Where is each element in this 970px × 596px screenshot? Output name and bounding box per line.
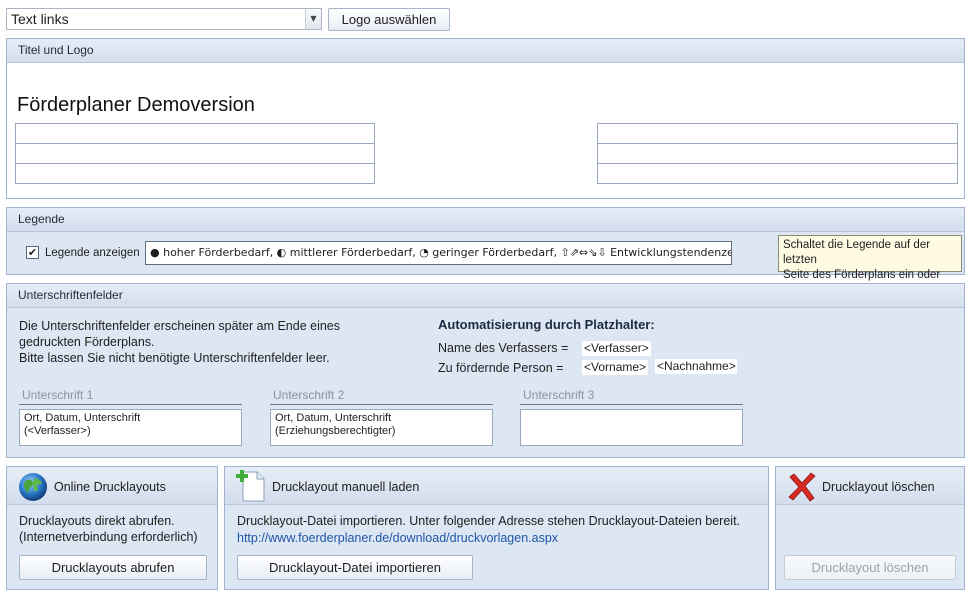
online-layouts-info-1: Drucklayouts direkt abrufen. — [19, 514, 175, 528]
delete-layout-panel: Drucklayout löschen Drucklayout löschen — [775, 466, 965, 590]
delete-layout-header: Drucklayout löschen — [822, 480, 935, 494]
legend-panel: Legende ✔ Legende anzeigen ● hoher Förde… — [6, 207, 965, 296]
chevron-down-icon[interactable]: ▼ — [305, 9, 321, 29]
legend-text-field[interactable]: ● hoher Förderbedarf, ◐ mittlerer Förder… — [145, 241, 732, 265]
import-layout-button[interactable]: Drucklayout-Datei importieren — [237, 555, 473, 580]
layout-select-value: Text links — [11, 11, 69, 27]
signature-2-field[interactable]: Ort, Datum, Unterschrift (Erziehungsbere… — [270, 409, 493, 446]
manual-load-panel: Drucklayout manuell laden Drucklayout-Da… — [224, 466, 769, 590]
delete-x-icon — [786, 471, 818, 503]
delete-layout-button[interactable]: Drucklayout löschen — [784, 555, 956, 580]
signature-1-line-1: Ort, Datum, Unterschrift — [24, 412, 141, 424]
automation-title: Automatisierung durch Platzhalter: — [438, 317, 655, 332]
title-right-field-2[interactable] — [597, 143, 958, 164]
signature-1-line-2: (<Verfasser>) — [24, 425, 91, 437]
vorname-placeholder: <Vorname> — [582, 360, 649, 375]
signature-info-line-3: Bitte lassen Sie nicht benötigte Untersc… — [19, 351, 330, 365]
title-left-field-2[interactable] — [15, 143, 375, 164]
signature-info-line-2: gedruckten Förderplans. — [19, 335, 155, 349]
signature-3-field[interactable] — [520, 409, 743, 446]
signature-2-label: Unterschrift 2 — [270, 388, 493, 405]
signature-panel: Unterschriftenfelder Die Unterschriftenf… — [6, 283, 965, 458]
title-logo-panel: Titel und Logo Förderplaner Demoversion — [6, 38, 965, 199]
title-left-field-1[interactable] — [15, 123, 375, 144]
tooltip-line-1: Schaltet die Legende auf der letzten — [783, 239, 931, 266]
signature-2-line-1: Ort, Datum, Unterschrift — [275, 412, 392, 424]
signature-info-line-1: Die Unterschriftenfelder erscheinen spät… — [19, 319, 341, 333]
nachname-placeholder: <Nachnahme> — [655, 359, 737, 374]
person-label: Zu fördernde Person = — [438, 361, 564, 375]
document-title: Förderplaner Demoversion — [17, 94, 255, 116]
signature-info: Die Unterschriftenfelder erscheinen spät… — [19, 318, 340, 366]
logo-select-button[interactable]: Logo auswählen — [328, 8, 450, 31]
manual-load-info: Drucklayout-Datei importieren. Unter fol… — [237, 514, 741, 528]
signature-header: Unterschriftenfelder — [7, 284, 964, 308]
signature-1-label: Unterschrift 1 — [19, 388, 242, 405]
legend-tooltip: Schaltet die Legende auf der letzten Sei… — [778, 235, 962, 296]
fetch-layouts-button[interactable]: Drucklayouts abrufen — [19, 555, 207, 580]
layout-select[interactable]: Text links ▼ — [6, 8, 322, 30]
title-left-field-3[interactable] — [15, 163, 375, 184]
title-logo-header: Titel und Logo — [7, 39, 964, 63]
title-logo-body: Förderplaner Demoversion — [7, 63, 964, 198]
online-layouts-header: Online Drucklayouts — [54, 480, 166, 494]
signature-3-label: Unterschrift 3 — [520, 388, 743, 405]
signature-1-field[interactable]: Ort, Datum, Unterschrift (<Verfasser>) — [19, 409, 242, 446]
download-url-link[interactable]: http://www.foerderplaner.de/download/dru… — [237, 531, 558, 545]
online-layouts-info-2: (Internetverbindung erforderlich) — [19, 530, 198, 544]
legend-checkbox[interactable]: ✔ — [26, 246, 39, 259]
legend-checkbox-label: Legende anzeigen — [45, 247, 140, 259]
add-document-icon — [235, 469, 269, 503]
online-layouts-info: Drucklayouts direkt abrufen. (Internetve… — [19, 513, 198, 545]
globe-icon — [17, 471, 49, 503]
signature-2-line-2: (Erziehungsberechtigter) — [275, 425, 396, 437]
title-right-field-1[interactable] — [597, 123, 958, 144]
title-right-field-3[interactable] — [597, 163, 958, 184]
verfasser-placeholder: <Verfasser> — [582, 341, 651, 356]
manual-load-header: Drucklayout manuell laden — [272, 480, 420, 494]
legend-header: Legende — [7, 208, 964, 232]
verfasser-label: Name des Verfassers = — [438, 341, 569, 355]
online-layouts-panel: Online Drucklayouts Drucklayouts direkt … — [6, 466, 218, 590]
